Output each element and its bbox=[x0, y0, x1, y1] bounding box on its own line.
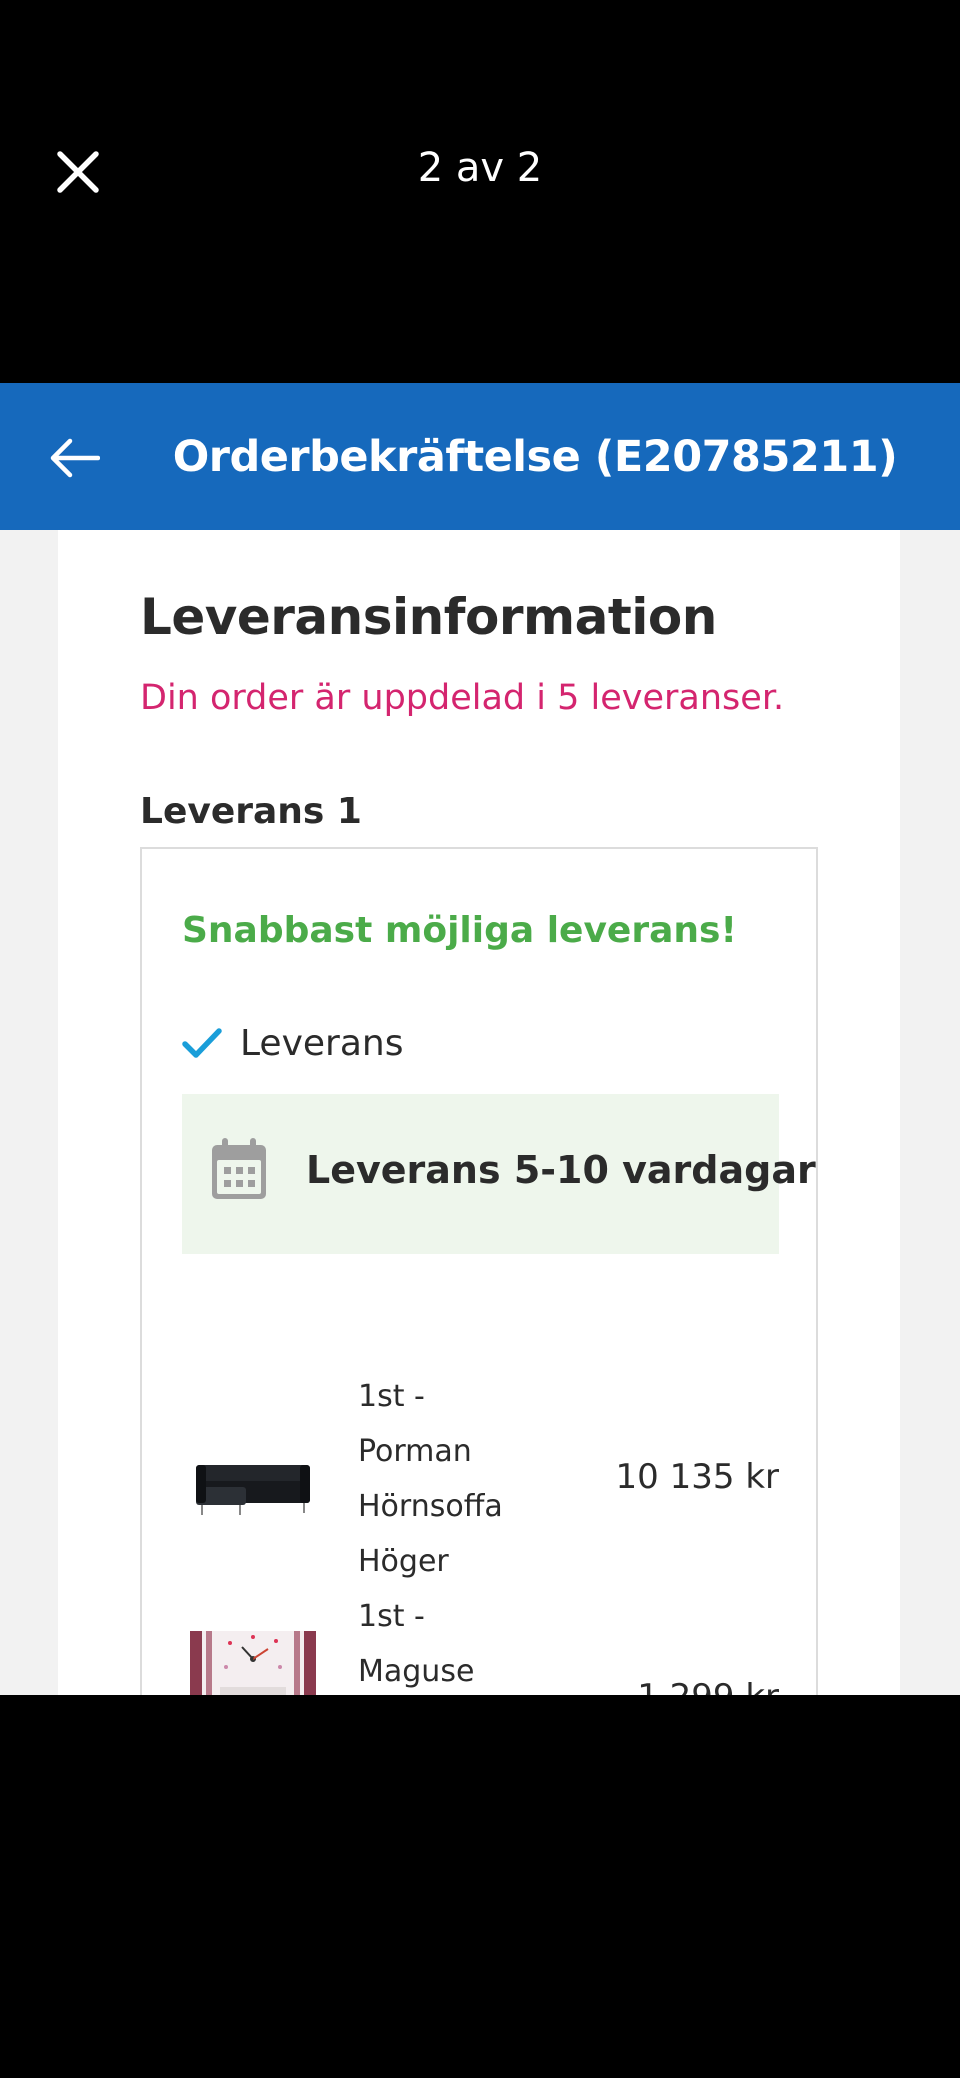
item-description: 1st - Porman Hörnsoffa Höger bbox=[358, 1369, 558, 1589]
item-price: 10 135 kr bbox=[615, 1457, 779, 1497]
order-item: 1st - Porman Hörnsoffa Höger 10 135 kr bbox=[182, 1369, 779, 1589]
item-desc-line: Porman bbox=[358, 1434, 472, 1469]
delivery-estimate: Leverans 5-10 vardagar bbox=[182, 1094, 816, 1254]
page-title: Orderbekräftelse (E20785211) bbox=[172, 432, 898, 482]
order-item: 1st - Maguse 1 299 kr bbox=[182, 1589, 779, 1695]
delivery-info-card: Leveransinformation Din order är uppdela… bbox=[58, 530, 900, 1695]
back-button[interactable] bbox=[42, 426, 106, 490]
viewer-bottom-area bbox=[0, 1695, 960, 2078]
delivery-title: Leverans 1 bbox=[140, 791, 362, 832]
section-heading: Leveransinformation bbox=[140, 588, 717, 646]
sofa-image bbox=[194, 1459, 312, 1519]
delivery-estimate-text: Leverans 5-10 vardagar bbox=[306, 1148, 816, 1192]
delivery-option-label: Leverans bbox=[240, 1022, 404, 1064]
delivery-box: Snabbast möjliga leverans! Leverans Leve… bbox=[140, 847, 818, 1695]
viewer-top-bar: 2 av 2 bbox=[0, 0, 960, 383]
item-desc-line: Hörnsoffa bbox=[358, 1489, 503, 1524]
delivery-option[interactable]: Leverans bbox=[182, 1018, 403, 1068]
item-desc-line: 1st - bbox=[358, 1379, 425, 1414]
fastest-delivery-tagline: Snabbast möjliga leverans! bbox=[182, 910, 737, 951]
calendar-icon bbox=[212, 1138, 266, 1199]
item-description: 1st - Maguse bbox=[358, 1589, 558, 1695]
checkmark-icon bbox=[182, 1028, 222, 1058]
item-price: 1 299 kr bbox=[637, 1677, 779, 1695]
wall-clock-image bbox=[190, 1631, 316, 1695]
item-desc-line: Höger bbox=[358, 1544, 449, 1579]
app-bar: Orderbekräftelse (E20785211) bbox=[0, 383, 960, 530]
item-desc-line: Maguse bbox=[358, 1654, 475, 1689]
split-delivery-notice: Din order är uppdelad i 5 leveranser. bbox=[140, 678, 785, 718]
arrow-left-icon bbox=[50, 438, 100, 478]
item-desc-line: 1st - bbox=[358, 1599, 425, 1634]
screenshot-content: Orderbekräftelse (E20785211) Leveransinf… bbox=[0, 383, 960, 1695]
image-counter: 2 av 2 bbox=[417, 145, 543, 191]
